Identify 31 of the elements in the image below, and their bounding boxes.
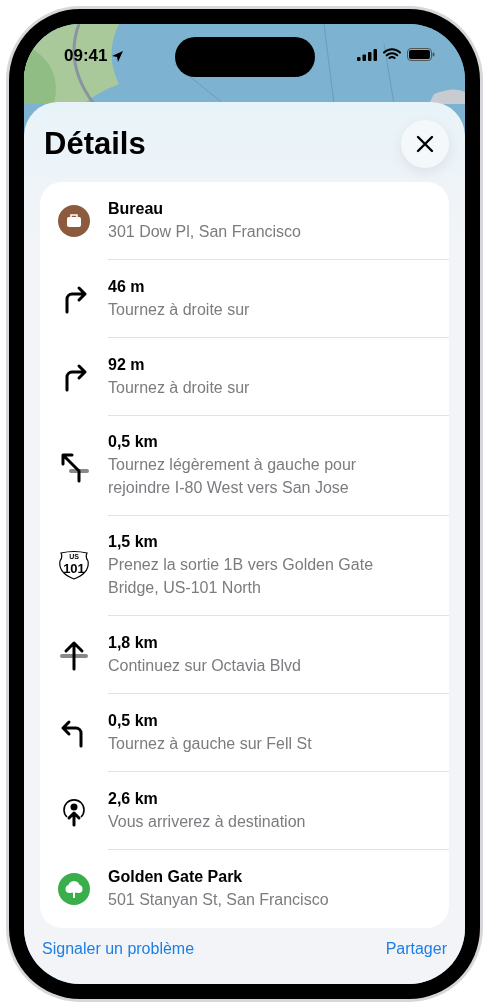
close-button[interactable]	[401, 120, 449, 168]
step-description: Vous arriverez à destination	[108, 811, 307, 832]
close-icon	[415, 134, 435, 154]
share-link[interactable]: Partager	[385, 940, 447, 958]
status-time: 09:41	[64, 46, 108, 66]
battery-icon	[407, 48, 435, 61]
step-description: Tournez à gauche sur Fell St	[108, 733, 313, 754]
step-title: 1,8 km	[108, 632, 159, 653]
step-title: 1,5 km	[108, 532, 159, 552]
step-title: 92 m	[108, 354, 146, 375]
step-title: Bureau	[108, 198, 165, 219]
step-description: Tournez légèrement à gauche pour rejoindre I-80 West vers San Jose	[108, 455, 358, 498]
signal-icon	[357, 48, 377, 61]
step-title: 0,5 km	[108, 710, 159, 731]
step-title: 0,5 km	[108, 432, 159, 452]
step-description: Prenez la sortie 1B vers Golden Gate Bridge, US-101 North	[108, 555, 375, 598]
step-description: 501 Stanyan St, San Francisco	[108, 890, 330, 910]
sheet-title: Détails	[44, 126, 146, 162]
step-description: Continuez sur Octavia Blvd	[108, 655, 302, 676]
step-description: 301 Dow Pl, San Francisco	[108, 221, 302, 242]
wifi-icon	[383, 48, 401, 61]
location-arrow-icon	[111, 49, 125, 63]
step-title: 46 m	[108, 276, 146, 297]
step-description: Tournez à droite sur	[108, 299, 251, 320]
step-title: 2,6 km	[108, 788, 159, 809]
step-description: Tournez à droite sur	[108, 377, 251, 398]
step-title: Golden Gate Park	[108, 867, 244, 887]
shield-number: 101	[62, 561, 86, 576]
highway-shield-icon	[57, 550, 91, 582]
report-problem-link[interactable]: Signaler un problème	[42, 940, 195, 958]
straight-arrow-icon	[59, 639, 89, 671]
